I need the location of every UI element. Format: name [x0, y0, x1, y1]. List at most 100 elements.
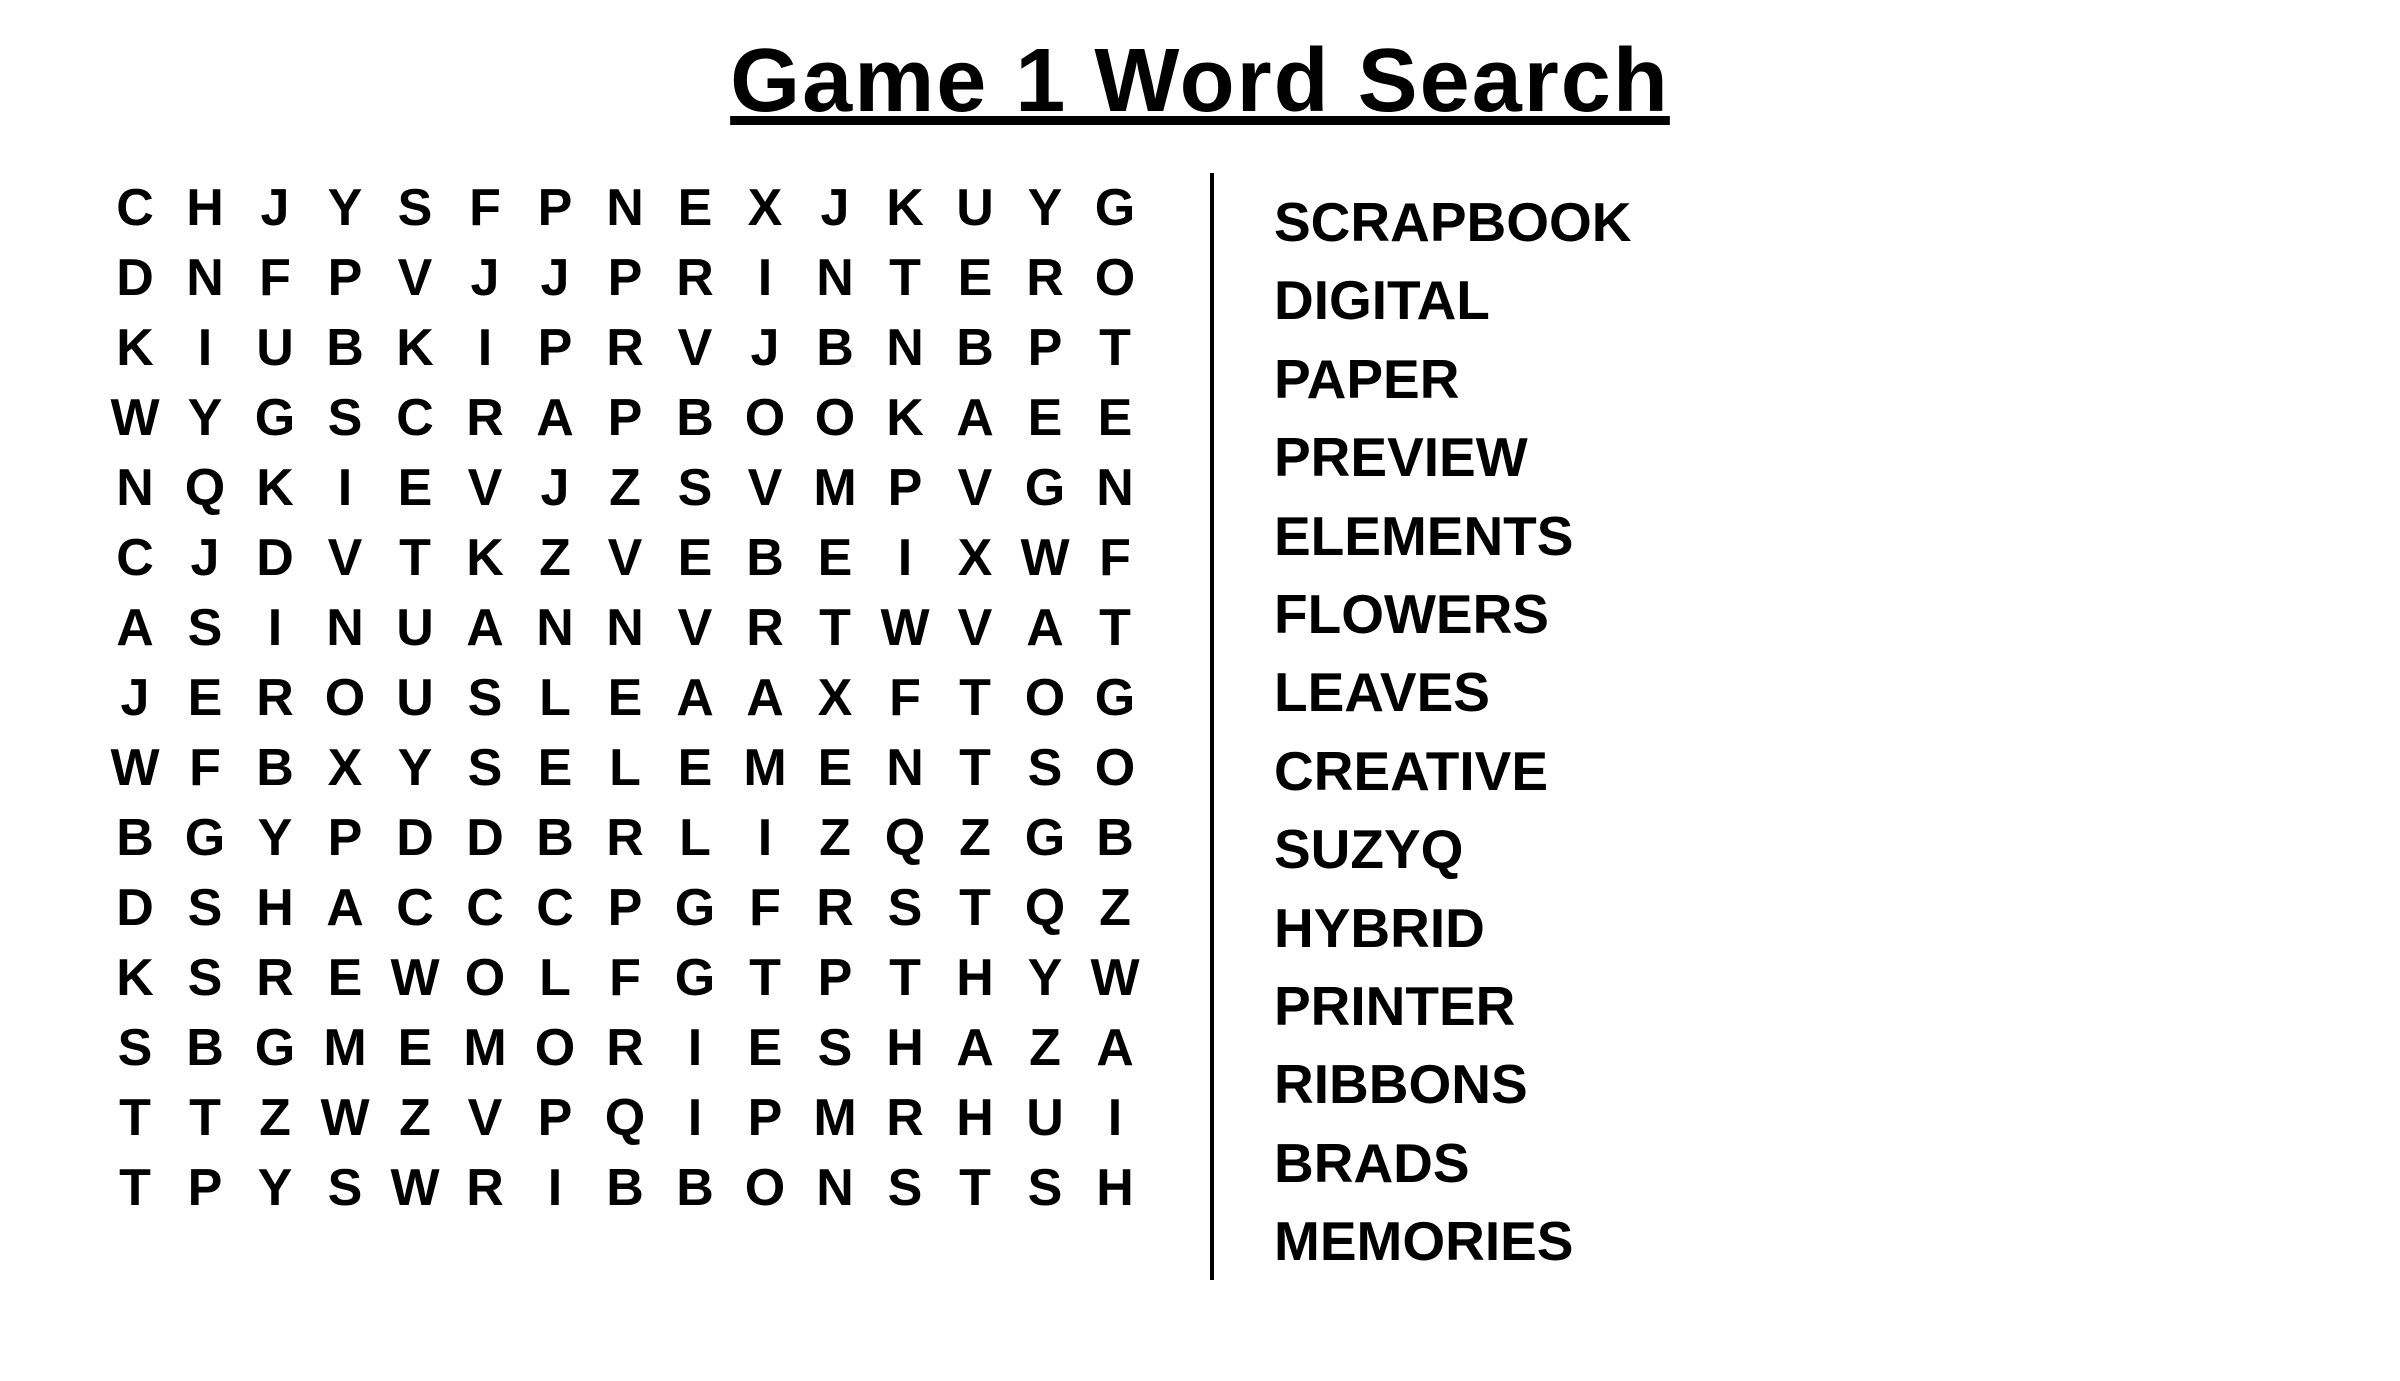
grid-cell: C [100, 523, 170, 593]
grid-cell: E [520, 733, 590, 803]
grid-cell: S [380, 173, 450, 243]
grid-cell: A [1080, 1013, 1150, 1083]
grid-cell: J [520, 243, 590, 313]
grid-cell: M [730, 733, 800, 803]
grid-cell: Y [1010, 943, 1080, 1013]
grid-cell: Y [1010, 173, 1080, 243]
grid-cell: S [450, 663, 520, 733]
grid-cell: W [870, 593, 940, 663]
grid-cell: M [800, 453, 870, 523]
grid-cell: O [800, 383, 870, 453]
grid-cell: R [800, 873, 870, 943]
grid-cell: A [310, 873, 380, 943]
grid-cell: P [590, 243, 660, 313]
grid-cell: N [800, 1153, 870, 1223]
grid-cell: N [590, 173, 660, 243]
grid-cell: N [870, 733, 940, 803]
grid-cell: R [240, 663, 310, 733]
grid-cell: T [380, 523, 450, 593]
grid-cell: Z [520, 523, 590, 593]
grid-cell: F [730, 873, 800, 943]
grid-cell: B [660, 1153, 730, 1223]
grid-cell: M [450, 1013, 520, 1083]
grid-cell: Q [870, 803, 940, 873]
word-list-item: PRINTER [1274, 967, 1632, 1045]
grid-cell: G [1010, 803, 1080, 873]
grid-cell: T [870, 243, 940, 313]
grid-cell: I [870, 523, 940, 593]
main-content: CHJYSFPNEXJKUYGDNFPVJJPRINTEROKIUBKIPRVJ… [40, 173, 2360, 1280]
page-title: Game 1 Word Search [730, 30, 1670, 133]
grid-cell: B [660, 383, 730, 453]
grid-cell: N [170, 243, 240, 313]
grid-row: ASINUANNVRTWVAT [100, 593, 1150, 663]
grid-cell: U [380, 593, 450, 663]
grid-cell: P [520, 1083, 590, 1153]
grid-cell: J [520, 453, 590, 523]
grid-cell: D [100, 873, 170, 943]
grid-cell: S [310, 1153, 380, 1223]
grid-cell: G [240, 383, 310, 453]
grid-cell: P [590, 383, 660, 453]
grid-cell: A [450, 593, 520, 663]
grid-cell: R [590, 1013, 660, 1083]
grid-cell: T [940, 733, 1010, 803]
grid-cell: F [240, 243, 310, 313]
grid-cell: P [1010, 313, 1080, 383]
grid-cell: A [940, 1013, 1010, 1083]
grid-row: TPYSWRIBBONSTSH [100, 1153, 1150, 1223]
grid-cell: U [940, 173, 1010, 243]
grid-cell: D [100, 243, 170, 313]
grid-cell: M [800, 1083, 870, 1153]
grid-cell: I [310, 453, 380, 523]
grid-cell: B [940, 313, 1010, 383]
grid-cell: R [450, 1153, 520, 1223]
grid-cell: E [380, 453, 450, 523]
grid-cell: E [380, 1013, 450, 1083]
grid-cell: J [100, 663, 170, 733]
grid-row: BGYPDDBRLIZQZGB [100, 803, 1150, 873]
grid-cell: U [240, 313, 310, 383]
grid-cell: H [170, 173, 240, 243]
grid-cell: S [1010, 1153, 1080, 1223]
grid-cell: C [380, 383, 450, 453]
grid-cell: V [660, 593, 730, 663]
grid-cell: B [730, 523, 800, 593]
grid-cell: I [450, 313, 520, 383]
grid-cell: T [100, 1153, 170, 1223]
grid-cell: L [520, 663, 590, 733]
grid-cell: I [1080, 1083, 1150, 1153]
grid-row: WYGSCRAPBOOKAEE [100, 383, 1150, 453]
grid-cell: B [100, 803, 170, 873]
grid-cell: C [100, 173, 170, 243]
grid-cell: D [450, 803, 520, 873]
grid-cell: G [660, 873, 730, 943]
grid-cell: S [800, 1013, 870, 1083]
grid-cell: D [380, 803, 450, 873]
grid-cell: Z [590, 453, 660, 523]
grid-row: CHJYSFPNEXJKUYG [100, 173, 1150, 243]
grid-cell: S [1010, 733, 1080, 803]
grid-cell: J [450, 243, 520, 313]
grid-cell: W [380, 1153, 450, 1223]
word-list-item: FLOWERS [1274, 575, 1632, 653]
grid-cell: T [940, 663, 1010, 733]
grid-cell: I [730, 803, 800, 873]
grid-cell: B [310, 313, 380, 383]
grid-cell: S [870, 873, 940, 943]
grid-cell: F [450, 173, 520, 243]
grid-cell: F [590, 943, 660, 1013]
grid-cell: N [1080, 453, 1150, 523]
grid-cell: O [730, 1153, 800, 1223]
grid-cell: V [310, 523, 380, 593]
grid-cell: Q [590, 1083, 660, 1153]
grid-cell: Z [380, 1083, 450, 1153]
word-list-item: HYBRID [1274, 889, 1632, 967]
grid-cell: H [240, 873, 310, 943]
grid-cell: K [240, 453, 310, 523]
grid-cell: R [450, 383, 520, 453]
grid-cell: Q [170, 453, 240, 523]
grid-cell: U [380, 663, 450, 733]
grid-cell: E [730, 1013, 800, 1083]
grid-cell: K [450, 523, 520, 593]
